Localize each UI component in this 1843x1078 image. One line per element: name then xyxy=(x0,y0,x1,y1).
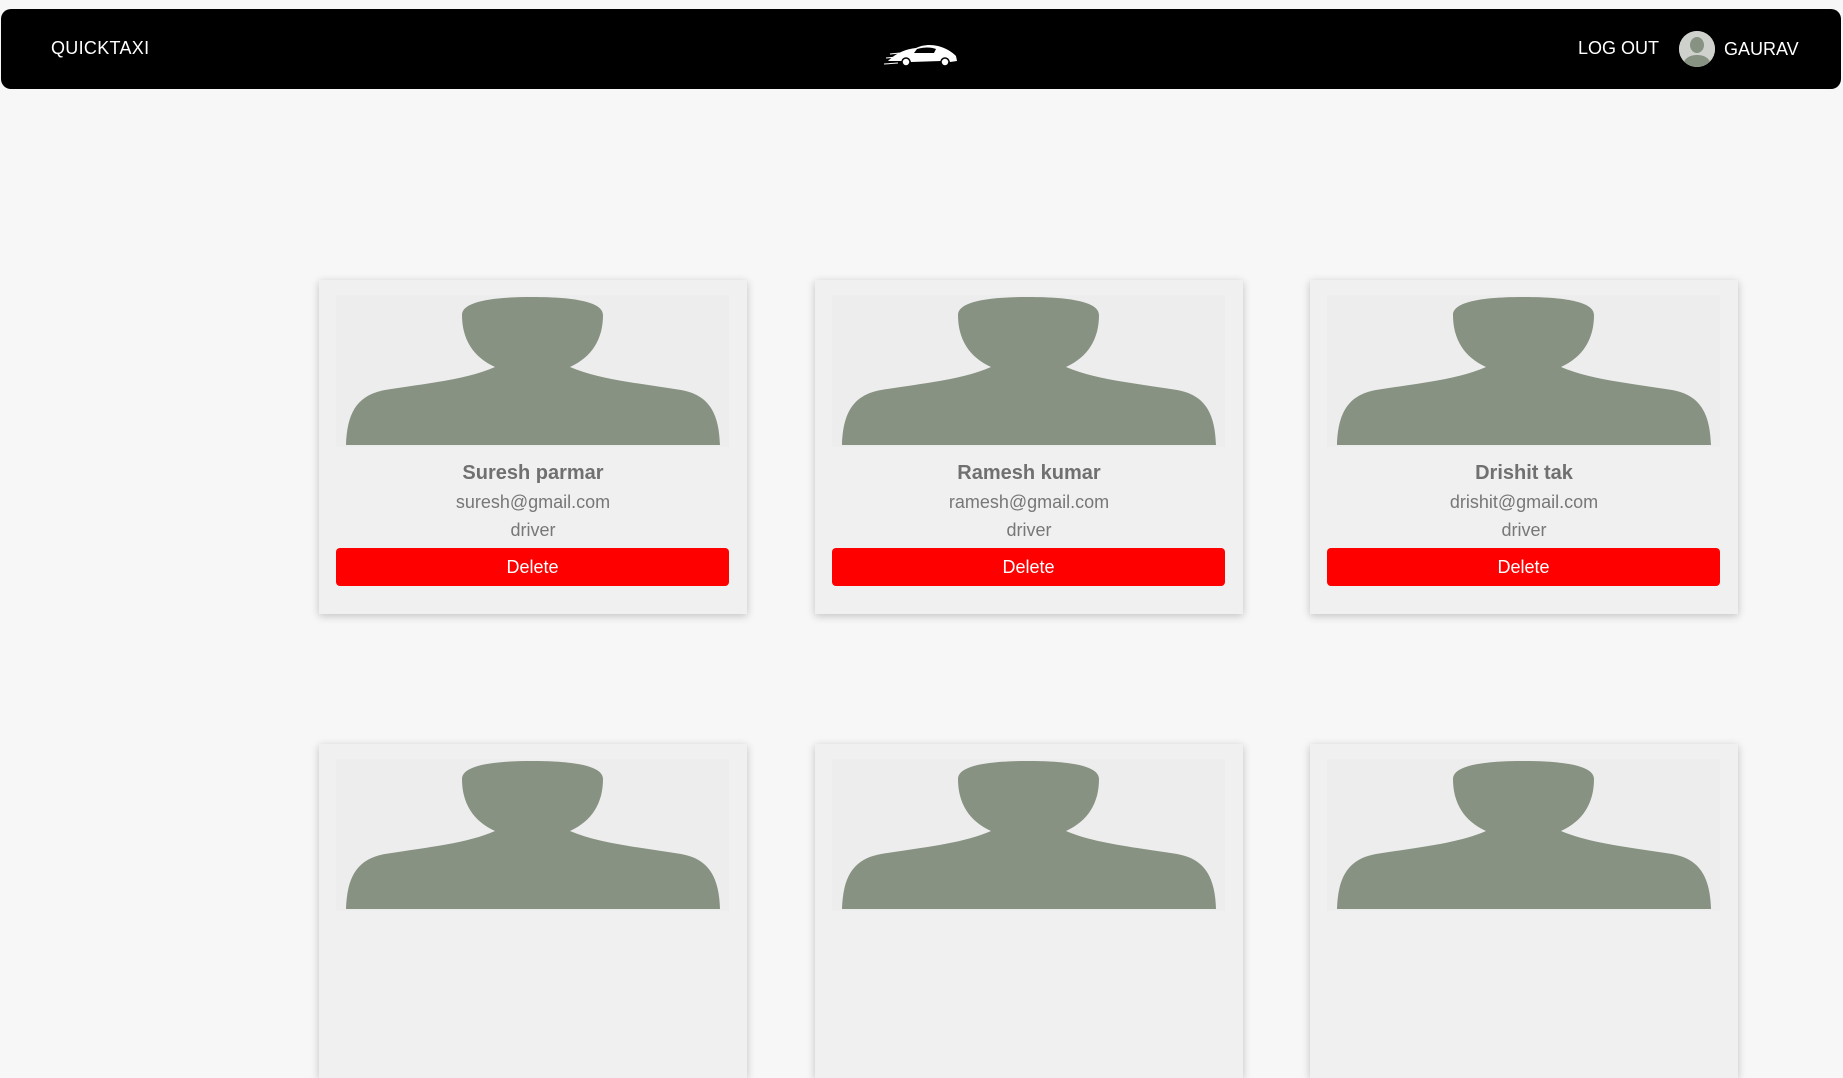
user-menu[interactable]: GAURAV xyxy=(1679,30,1799,68)
user-photo xyxy=(1327,759,1720,911)
user-role: driver xyxy=(510,520,556,540)
user-name: Suresh parmar xyxy=(462,462,604,484)
brand-link[interactable]: QUICKTAXI xyxy=(51,38,149,59)
user-card: Drishit tak drishit@gmail.com driver Del… xyxy=(1310,280,1738,614)
user-silhouette-icon xyxy=(1337,297,1711,445)
user-email: suresh@gmail.com xyxy=(455,492,611,512)
user-name: Drishit tak xyxy=(1475,462,1573,484)
delete-button[interactable]: Delete xyxy=(336,548,729,586)
delete-button[interactable]: Delete xyxy=(1327,548,1720,586)
user-silhouette-icon xyxy=(346,297,720,445)
user-avatar-icon xyxy=(1679,31,1715,67)
user-role: driver xyxy=(1006,520,1052,540)
user-email: drishit@gmail.com xyxy=(1449,492,1599,512)
user-silhouette-icon xyxy=(1337,761,1711,909)
user-photo xyxy=(336,759,729,911)
logout-button[interactable]: LOG OUT xyxy=(1578,38,1659,59)
user-silhouette-icon xyxy=(842,297,1216,445)
car-logo-icon xyxy=(884,44,957,67)
user-photo xyxy=(832,295,1225,447)
user-name: Ramesh kumar xyxy=(957,462,1101,484)
user-card xyxy=(319,744,747,1078)
user-card xyxy=(1310,744,1738,1078)
delete-button[interactable]: Delete xyxy=(832,548,1225,586)
user-photo xyxy=(832,759,1225,911)
username-label: GAURAV xyxy=(1724,38,1799,59)
user-card xyxy=(815,744,1243,1078)
user-card: Suresh parmar suresh@gmail.com driver De… xyxy=(319,280,747,614)
navbar: QUICKTAXI LOG OUT GAURAV xyxy=(1,9,1841,89)
user-role: driver xyxy=(1501,520,1547,540)
user-silhouette-icon xyxy=(842,761,1216,909)
user-silhouette-icon xyxy=(346,761,720,909)
user-card: Ramesh kumar ramesh@gmail.com driver Del… xyxy=(815,280,1243,614)
user-photo xyxy=(1327,295,1720,447)
user-email: ramesh@gmail.com xyxy=(948,492,1110,512)
user-photo xyxy=(336,295,729,447)
